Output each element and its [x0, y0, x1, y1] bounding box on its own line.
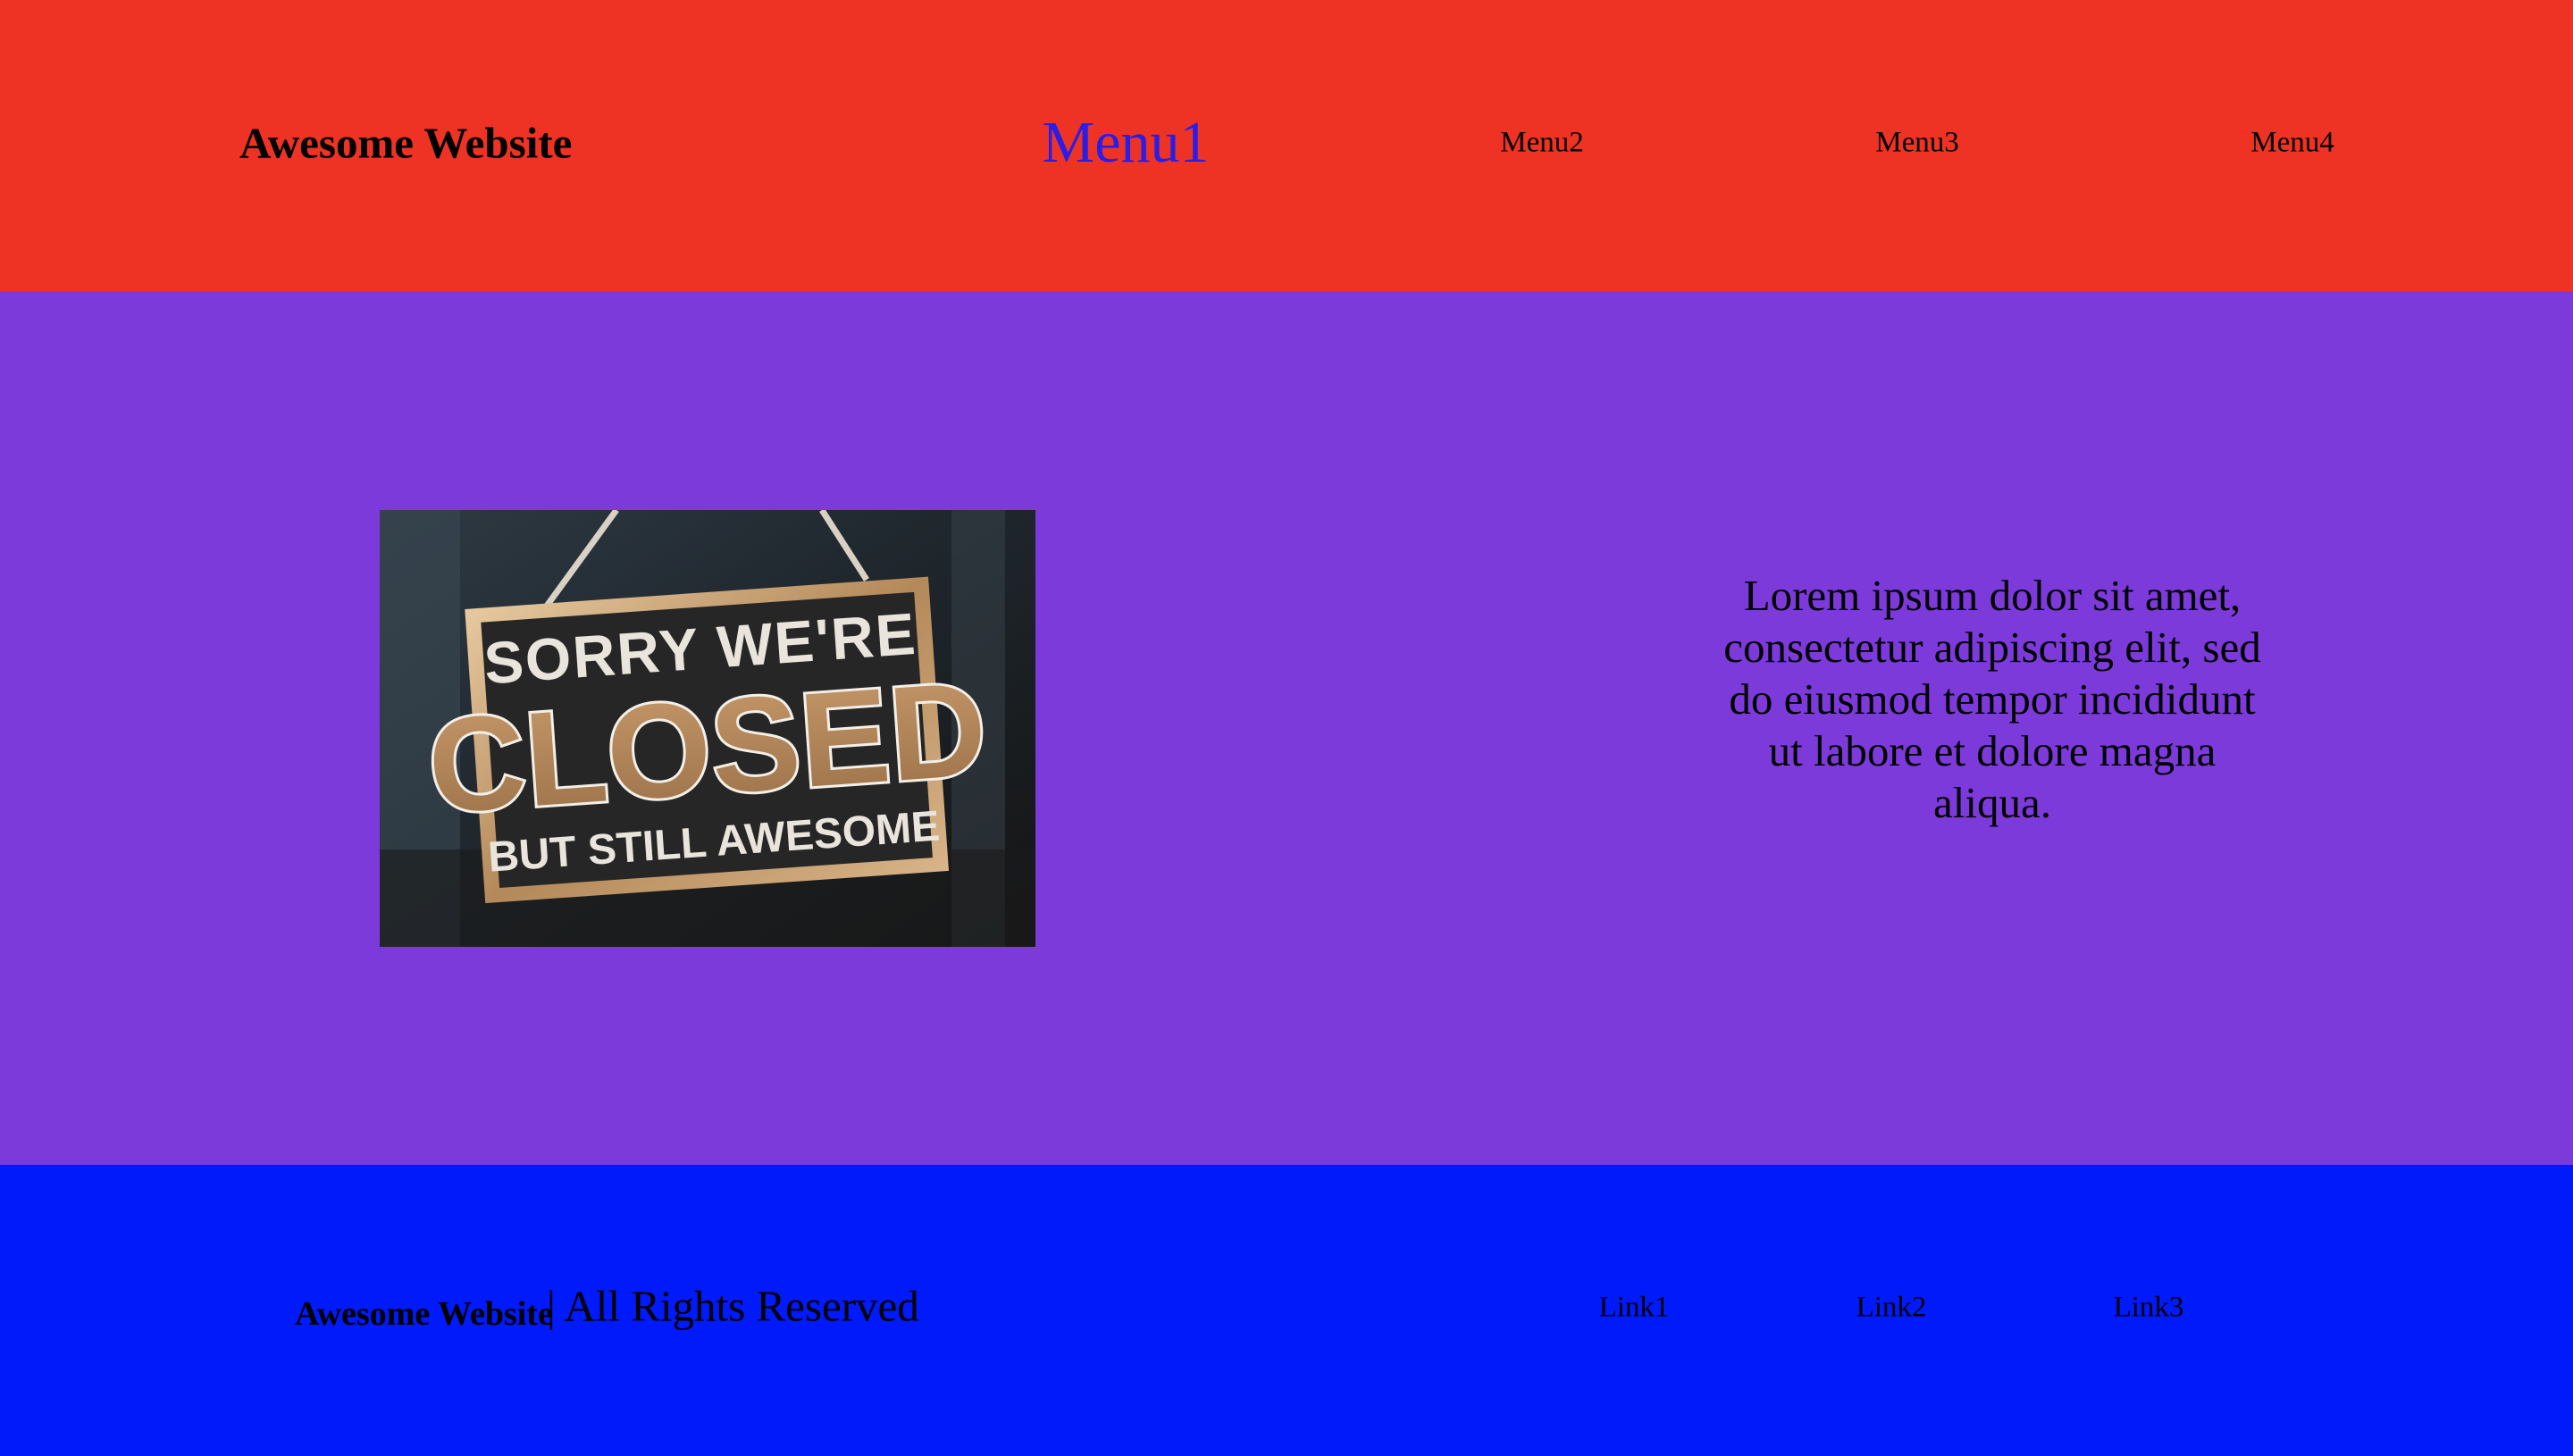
site-footer: Awesome Website | All Rights Reserved Li…: [0, 1165, 2573, 1456]
site-brand[interactable]: Awesome Website: [239, 121, 572, 165]
closed-sign-image: SORRY WE'RE CLOSED BUT STILL AWESOME: [380, 510, 1035, 947]
hero-paragraph: Lorem ipsum dolor sit amet, consectetur …: [1723, 571, 2261, 827]
nav-item-menu1[interactable]: Menu1: [1043, 113, 1210, 172]
main-content: SORRY WE'RE CLOSED BUT STILL AWESOME Lor…: [0, 291, 2573, 1165]
nav-item-menu2[interactable]: Menu2: [1500, 128, 1584, 158]
footer-brand: Awesome Website: [295, 1295, 553, 1333]
footer-link-3[interactable]: Link3: [2114, 1293, 2184, 1323]
nav-item-menu4[interactable]: Menu4: [2250, 128, 2334, 158]
nav-item-menu3[interactable]: Menu3: [1875, 128, 1959, 158]
site-header: Awesome Website Menu1 Menu2 Menu3 Menu4: [0, 0, 2573, 291]
footer-rights: | All Rights Reserved: [547, 1281, 919, 1331]
footer-link-1[interactable]: Link1: [1599, 1293, 1670, 1323]
footer-link-2[interactable]: Link2: [1856, 1293, 1927, 1323]
